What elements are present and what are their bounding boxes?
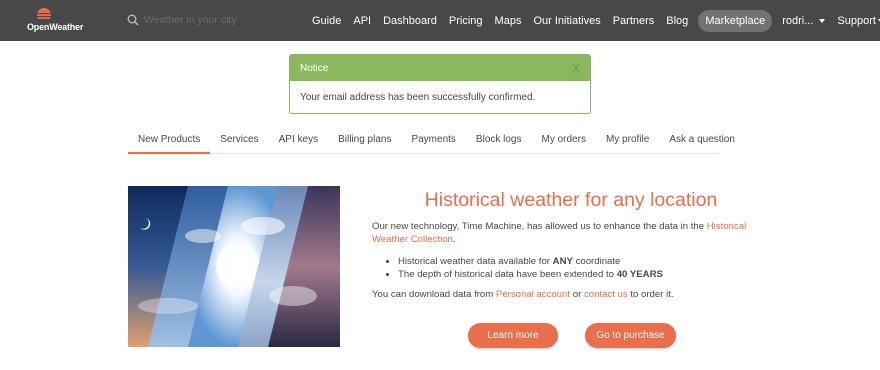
tab-block-logs[interactable]: Block logs bbox=[466, 127, 532, 154]
tab-api-keys[interactable]: API keys bbox=[269, 127, 328, 154]
notice-header: Notice X bbox=[290, 55, 590, 81]
time-machine-sky-image bbox=[128, 186, 340, 347]
tab-my-profile[interactable]: My profile bbox=[596, 127, 659, 154]
tab-payments[interactable]: Payments bbox=[401, 127, 465, 154]
main-nav: Guide API Dashboard Pricing Maps Our Ini… bbox=[306, 0, 880, 41]
tab-ask-a-question[interactable]: Ask a question bbox=[659, 127, 745, 154]
bullet-emphasis: 40 YEARS bbox=[616, 269, 663, 280]
nav-maps[interactable]: Maps bbox=[489, 15, 528, 27]
nav-blog[interactable]: Blog bbox=[660, 15, 694, 27]
notice-message: Your email address has been successfully… bbox=[300, 92, 536, 103]
download-text-mid: or bbox=[570, 289, 584, 300]
intro-end: . bbox=[452, 234, 456, 245]
nav-api[interactable]: API bbox=[347, 15, 377, 27]
search-icon[interactable] bbox=[127, 14, 139, 26]
bullet-text-end: coordinate bbox=[572, 256, 621, 267]
support-label: Support bbox=[837, 14, 876, 27]
chevron-down-icon bbox=[819, 18, 826, 23]
search-bar bbox=[127, 12, 297, 28]
nav-partners[interactable]: Partners bbox=[607, 15, 661, 27]
search-input[interactable] bbox=[144, 14, 284, 26]
bullet-text: The depth of historical data have been e… bbox=[398, 269, 617, 280]
tab-my-orders[interactable]: My orders bbox=[532, 127, 596, 154]
nav-pricing[interactable]: Pricing bbox=[443, 15, 489, 27]
notice-title: Notice bbox=[300, 63, 329, 74]
download-text: You can download data from bbox=[372, 289, 496, 300]
success-notice: Notice X Your email address has been suc… bbox=[289, 54, 591, 114]
intro-text: Our new technology, Time Machine, has al… bbox=[372, 221, 707, 232]
sun-logo-icon bbox=[35, 8, 53, 21]
nav-dashboard[interactable]: Dashboard bbox=[377, 15, 443, 27]
go-to-purchase-button[interactable]: Go to purchase bbox=[585, 323, 676, 348]
download-text-end: to order it. bbox=[627, 289, 674, 300]
nav-our-initiatives[interactable]: Our Initiatives bbox=[527, 15, 606, 27]
support-menu[interactable]: Support bbox=[831, 15, 880, 27]
learn-more-button[interactable]: Learn more bbox=[468, 323, 558, 348]
contact-us-link[interactable]: contact us bbox=[584, 289, 628, 300]
account-tabs: New Products Services API keys Billing p… bbox=[128, 127, 735, 154]
list-item: The depth of historical data have been e… bbox=[398, 268, 772, 281]
list-item: Historical weather data available for AN… bbox=[398, 255, 772, 268]
top-navbar: OpenWeather Guide API Dashboard Pricing … bbox=[0, 0, 880, 41]
nav-marketplace[interactable]: Marketplace bbox=[698, 9, 773, 32]
user-menu[interactable]: rodri... bbox=[776, 15, 831, 27]
product-title: Historical weather for any location bbox=[424, 189, 718, 211]
tab-services[interactable]: Services bbox=[210, 127, 268, 154]
brand-name: OpenWeather bbox=[27, 22, 84, 32]
openweather-logo[interactable]: OpenWeather bbox=[27, 6, 89, 34]
nav-guide[interactable]: Guide bbox=[306, 15, 347, 27]
close-icon[interactable]: X bbox=[572, 63, 580, 75]
product-description: Historical weather for any location Our … bbox=[372, 186, 772, 300]
feature-list: Historical weather data available for AN… bbox=[398, 255, 772, 281]
bullet-text: Historical weather data available for bbox=[398, 256, 553, 267]
tab-billing-plans[interactable]: Billing plans bbox=[328, 127, 401, 154]
user-name: rodri... bbox=[782, 14, 814, 27]
intro-paragraph: Our new technology, Time Machine, has al… bbox=[372, 220, 772, 246]
bullet-emphasis: ANY bbox=[552, 256, 573, 267]
personal-account-link[interactable]: Personal account bbox=[496, 289, 570, 300]
tab-new-products[interactable]: New Products bbox=[128, 127, 211, 154]
download-paragraph: You can download data from Personal acco… bbox=[372, 289, 772, 300]
